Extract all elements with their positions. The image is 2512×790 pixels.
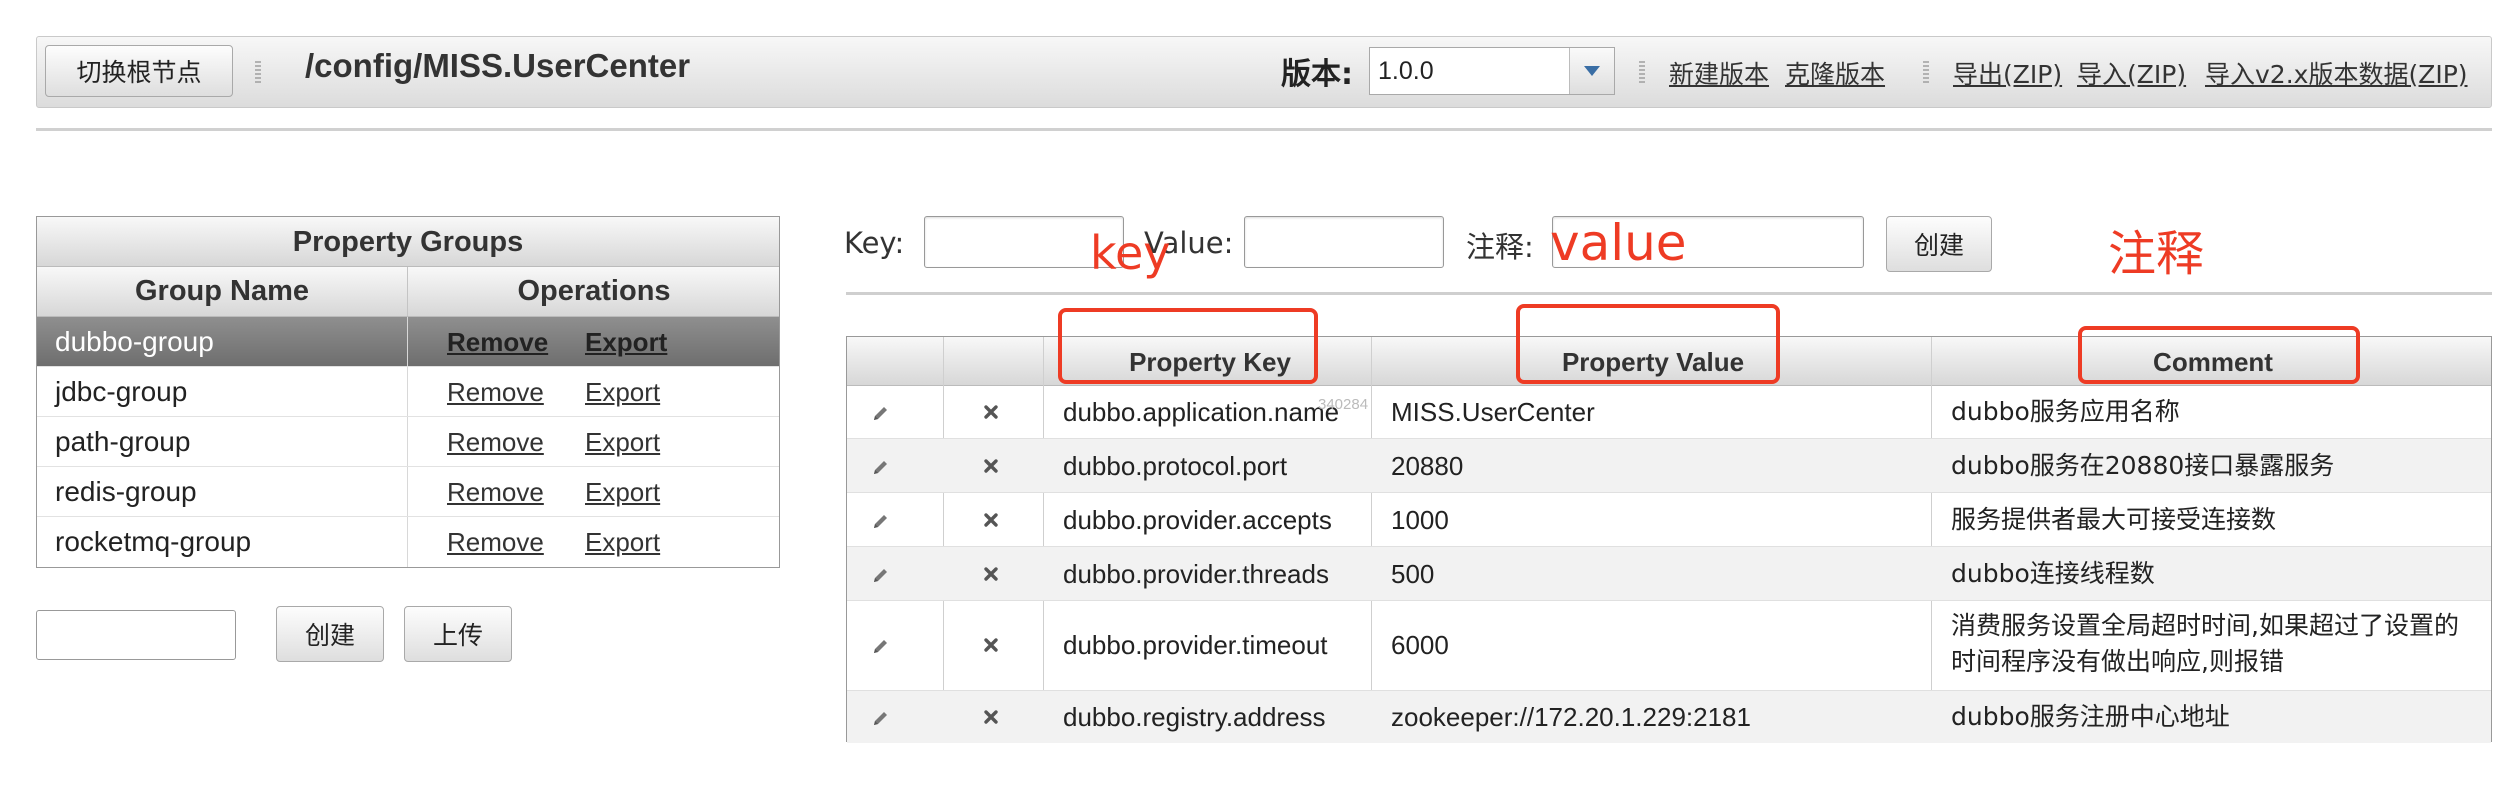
table-row[interactable]: dubbo.provider.threads 500 dubbo连接线程数 <box>847 547 2491 601</box>
delete-icon[interactable] <box>983 637 999 653</box>
property-comment: dubbo服务应用名称 <box>1951 397 2180 426</box>
edit-icon[interactable] <box>871 403 891 423</box>
column-header-group-name[interactable]: Group Name <box>37 267 408 316</box>
property-comment: 服务提供者最大可接受连接数 <box>1951 505 2277 534</box>
column-separator <box>407 467 408 516</box>
export-link[interactable]: Export <box>585 427 660 458</box>
table-row[interactable]: dubbo.provider.timeout 6000 消费服务设置全局超时时间… <box>847 601 2491 691</box>
property-value: 20880 <box>1391 451 1464 481</box>
table-row[interactable]: dubbo.provider.accepts 1000 服务提供者最大可接受连接… <box>847 493 2491 547</box>
property-key: dubbo.application.name <box>1063 397 1340 427</box>
property-key: dubbo.provider.threads <box>1063 559 1329 589</box>
property-key: dubbo.protocol.port <box>1063 451 1288 481</box>
edit-icon[interactable] <box>871 708 891 728</box>
clone-version-link[interactable]: 克隆版本 <box>1785 55 1885 91</box>
chevron-down-icon <box>1584 66 1600 76</box>
property-key: dubbo.registry.address <box>1063 702 1326 732</box>
delete-icon[interactable] <box>983 566 999 582</box>
divider <box>846 292 2492 295</box>
property-comment: dubbo连接线程数 <box>1951 559 2155 588</box>
toolbar-separator <box>1923 61 1929 83</box>
export-link[interactable]: Export <box>585 527 660 558</box>
edit-icon[interactable] <box>871 565 891 585</box>
property-groups-grid: Property Groups Group Name Operations du… <box>36 216 780 568</box>
edit-icon[interactable] <box>871 511 891 531</box>
group-name: dubbo-group <box>55 326 214 357</box>
version-input[interactable] <box>1370 48 1570 94</box>
group-grid-header: Group Name Operations <box>37 267 779 317</box>
remove-link[interactable]: Remove <box>447 527 544 558</box>
export-zip-link[interactable]: 导出(ZIP) <box>1953 55 2062 91</box>
table-row[interactable]: dubbo.application.name MISS.UserCenter d… <box>847 385 2491 439</box>
property-groups-title: Property Groups <box>37 217 779 267</box>
remove-link[interactable]: Remove <box>447 477 544 508</box>
property-value: 1000 <box>1391 505 1449 535</box>
group-row-jdbc[interactable]: jdbc-group Remove Export <box>37 367 779 417</box>
property-comment: dubbo服务注册中心地址 <box>1951 702 2230 731</box>
properties-grid: Property Key Property Value Comment dubb… <box>846 336 2492 743</box>
value-input[interactable] <box>1244 216 1444 268</box>
property-key: dubbo.provider.timeout <box>1063 630 1328 660</box>
remove-link[interactable]: Remove <box>447 377 544 408</box>
column-separator <box>407 517 408 567</box>
table-row[interactable]: dubbo.protocol.port 20880 dubbo服务在20880接… <box>847 439 2491 493</box>
switch-root-button[interactable]: 切换根节点 <box>45 45 233 97</box>
toolbar-separator <box>1639 61 1645 83</box>
version-select[interactable] <box>1369 47 1615 95</box>
export-link[interactable]: Export <box>585 377 660 408</box>
property-comment: dubbo服务在20880接口暴露服务 <box>1951 451 2335 480</box>
upload-button[interactable]: 上传 <box>404 606 512 662</box>
watermark: 340284 <box>1318 396 1369 413</box>
property-value: 6000 <box>1391 630 1449 660</box>
delete-icon[interactable] <box>983 404 999 420</box>
column-separator <box>407 417 408 466</box>
comment-label: 注释: <box>1466 230 1534 264</box>
group-name: redis-group <box>55 476 197 507</box>
annotation-key: key <box>1090 226 1171 280</box>
column-separator <box>407 367 408 416</box>
export-link[interactable]: Export <box>585 327 667 358</box>
edit-icon[interactable] <box>871 636 891 656</box>
delete-icon[interactable] <box>983 512 999 528</box>
group-name-input[interactable] <box>36 610 236 660</box>
edit-icon[interactable] <box>871 457 891 477</box>
toolbar-separator <box>255 61 261 83</box>
page-title: /config/MISS.UserCenter <box>305 47 691 84</box>
group-row-redis[interactable]: redis-group Remove Export <box>37 467 779 517</box>
annotation-value: value <box>1550 214 1687 272</box>
group-row-rocketmq[interactable]: rocketmq-group Remove Export <box>37 517 779 567</box>
version-label: 版本: <box>1281 57 1353 92</box>
remove-link[interactable]: Remove <box>447 327 548 358</box>
import-v2-zip-link[interactable]: 导入v2.x版本数据(ZIP) <box>2205 55 2468 91</box>
property-key: dubbo.provider.accepts <box>1063 505 1332 535</box>
property-value: zookeeper://172.20.1.229:2181 <box>1391 702 1751 732</box>
new-version-link[interactable]: 新建版本 <box>1669 55 1769 91</box>
annotation-box-value <box>1516 304 1780 384</box>
remove-link[interactable]: Remove <box>447 427 544 458</box>
group-row-path[interactable]: path-group Remove Export <box>37 417 779 467</box>
annotation-box-key <box>1058 308 1318 384</box>
divider <box>36 128 2492 131</box>
top-toolbar: 切换根节点 /config/MISS.UserCenter 版本: 新建版本 克… <box>36 36 2492 108</box>
group-name: rocketmq-group <box>55 526 252 557</box>
property-comment: 消费服务设置全局超时时间,如果超过了设置的时间程序没有做出响应,则报错 <box>1951 611 2459 676</box>
create-property-button[interactable]: 创建 <box>1886 216 1992 272</box>
group-name: jdbc-group <box>55 376 188 407</box>
import-zip-link[interactable]: 导入(ZIP) <box>2077 55 2186 91</box>
delete-icon[interactable] <box>983 458 999 474</box>
create-group-button[interactable]: 创建 <box>276 606 384 662</box>
version-dropdown-trigger[interactable] <box>1569 48 1614 94</box>
export-link[interactable]: Export <box>585 477 660 508</box>
property-value: MISS.UserCenter <box>1391 397 1595 427</box>
property-value: 500 <box>1391 559 1435 589</box>
annotation-comment: 注释 <box>2108 226 2205 282</box>
column-separator <box>407 317 408 366</box>
group-name: path-group <box>55 426 191 457</box>
delete-icon[interactable] <box>983 709 999 725</box>
column-header-operations[interactable]: Operations <box>407 267 781 316</box>
table-row[interactable]: dubbo.registry.address zookeeper://172.2… <box>847 691 2491 743</box>
annotation-box-comment <box>2078 326 2360 384</box>
key-label: Key: <box>844 226 905 260</box>
group-row-dubbo[interactable]: dubbo-group Remove Export <box>37 317 779 367</box>
